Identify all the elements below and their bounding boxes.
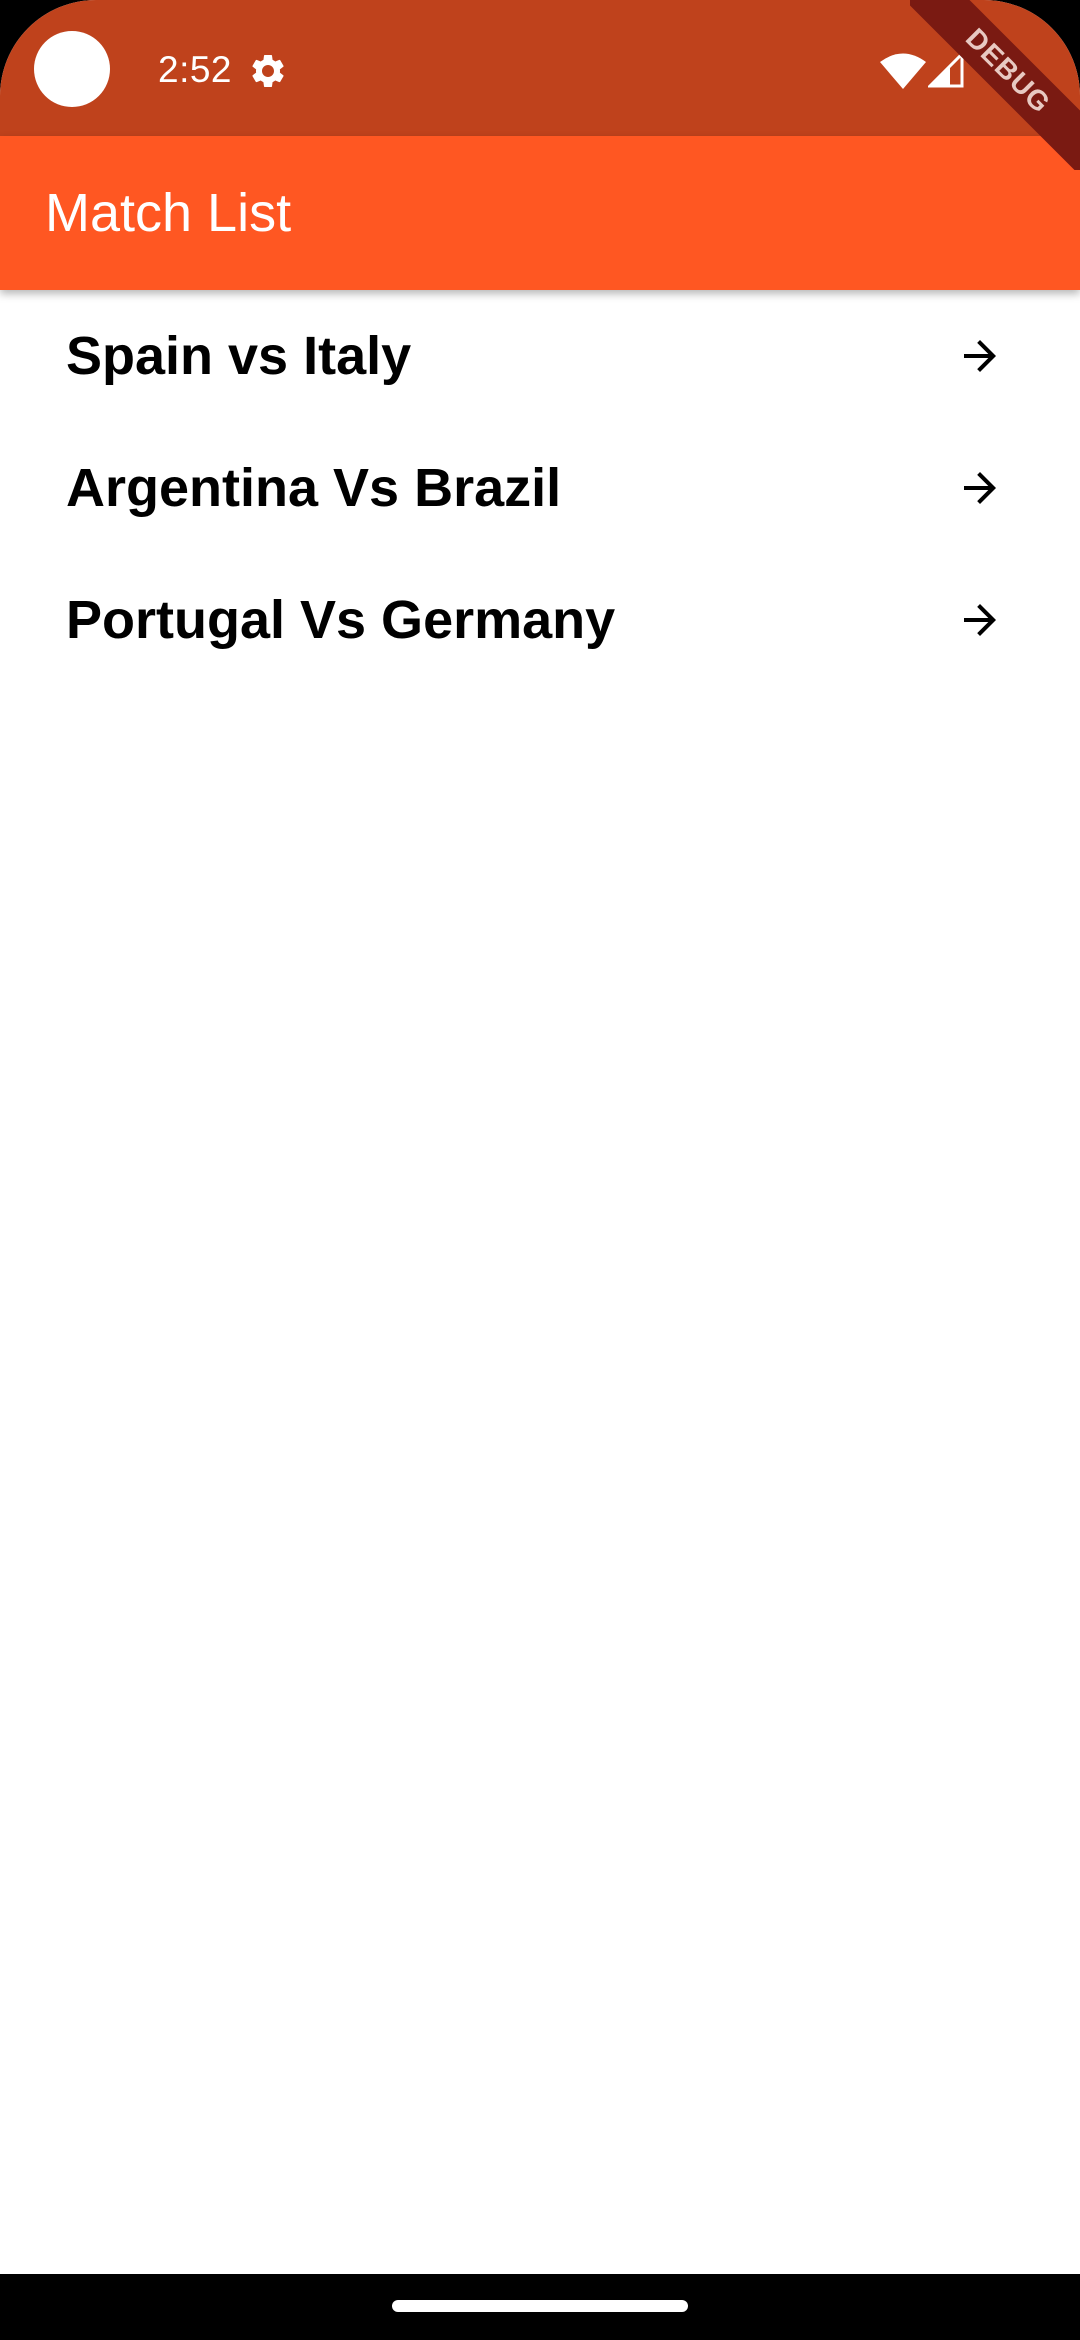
match-label: Portugal Vs Germany [66, 590, 616, 650]
arrow-forward-icon [964, 472, 996, 504]
camera-cutout [34, 31, 110, 107]
match-list-item-portugal-vs-germany[interactable]: Portugal Vs Germany [0, 554, 1080, 686]
match-list-item-argentina-vs-brazil[interactable]: Argentina Vs Brazil [0, 422, 1080, 554]
arrow-forward-icon [964, 604, 996, 636]
status-time: 2:52 [158, 49, 233, 90]
home-gesture-handle[interactable] [392, 2300, 688, 2312]
match-list: Spain vs Italy Argentina Vs Brazil Portu… [0, 290, 1080, 686]
debug-banner-label: DEBUG [910, 0, 1080, 170]
match-label: Argentina Vs Brazil [66, 458, 562, 518]
page-title: Match List [45, 183, 292, 243]
match-list-item-spain-vs-italy[interactable]: Spain vs Italy [0, 290, 1080, 422]
app-screen: 2:52 DEBUG Match List Spain vs Italy Arg… [0, 0, 1080, 2340]
settings-icon [252, 54, 284, 87]
match-label: Spain vs Italy [66, 326, 412, 386]
arrow-forward-icon [964, 340, 996, 372]
debug-banner: DEBUG [910, 0, 1080, 170]
